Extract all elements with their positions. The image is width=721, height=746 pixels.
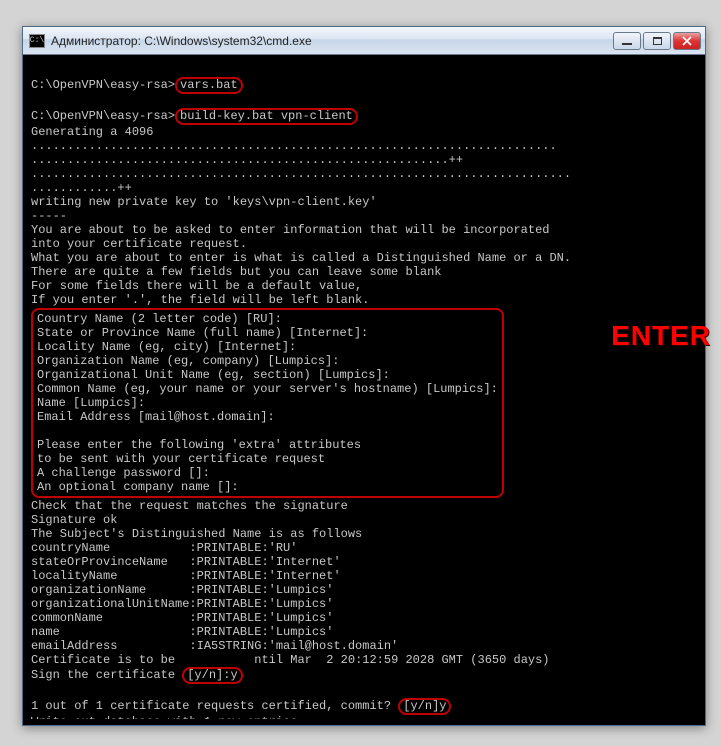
terminal-output[interactable]: C:\OpenVPN\easy-rsa>vars.bat C:\OpenVPN\… (29, 61, 699, 719)
output-line: ........................................… (31, 153, 463, 167)
titlebar[interactable]: C:\ Администратор: C:\Windows\system32\c… (23, 27, 705, 55)
output-line: emailAddress :IA5STRING:'mail@host.domai… (31, 639, 398, 653)
close-button[interactable] (673, 32, 701, 50)
output-line: You are about to be asked to enter infor… (31, 223, 549, 237)
output-line: 1 out of 1 certificate requests certifie… (31, 699, 451, 713)
maximize-button[interactable] (643, 32, 671, 50)
highlight-commit-yn: [y/n]y (398, 698, 451, 715)
window-title: Администратор: C:\Windows\system32\cmd.e… (51, 34, 613, 48)
output-line: stateOrProvinceName :PRINTABLE:'Internet… (31, 555, 341, 569)
output-line: Generating a 4096 (31, 125, 161, 139)
enter-annotation: ENTER (611, 320, 711, 352)
output-line: Signature ok (31, 513, 117, 527)
output-line: The Subject's Distinguished Name is as f… (31, 527, 362, 541)
output-line: into your certificate request. (31, 237, 247, 251)
output-line: organizationName :PRINTABLE:'Lumpics' (31, 583, 333, 597)
output-line: ........................................… (31, 167, 571, 181)
highlight-sign-yn: [y/n]:y (182, 667, 242, 684)
output-line: commonName :PRINTABLE:'Lumpics' (31, 611, 333, 625)
output-line: organizationalUnitName:PRINTABLE:'Lumpic… (31, 597, 333, 611)
output-line: For some fields there will be a default … (31, 279, 362, 293)
output-line: localityName :PRINTABLE:'Internet' (31, 569, 341, 583)
output-line: There are quite a few fields but you can… (31, 265, 441, 279)
cmd-window: C:\ Администратор: C:\Windows\system32\c… (22, 26, 706, 726)
output-line: Certificate is to be ntil Mar 2 20:12:59… (31, 653, 550, 667)
output-line: If you enter '.', the field will be left… (31, 293, 369, 307)
output-line: countryName :PRINTABLE:'RU' (31, 541, 297, 555)
output-line: writing new private key to 'keys\vpn-cli… (31, 195, 377, 209)
prompt: C:\OpenVPN\easy-rsa>build-key.bat vpn-cl… (31, 109, 358, 123)
output-line: Sign the certificate [y/n]:y (31, 668, 243, 682)
output-line: What you are about to enter is what is c… (31, 251, 571, 265)
minimize-button[interactable] (613, 32, 641, 50)
output-line: ----- (31, 209, 67, 223)
highlight-dn-fields: Country Name (2 letter code) [RU]: State… (31, 308, 504, 498)
prompt: C:\OpenVPN\easy-rsa>vars.bat (31, 78, 243, 92)
highlight-vars: vars.bat (175, 77, 243, 94)
cmd-icon: C:\ (29, 34, 45, 48)
output-line: name :PRINTABLE:'Lumpics' (31, 625, 333, 639)
output-line: ............++ (31, 181, 132, 195)
output-line: Write out database with 1 new entries (31, 715, 297, 719)
highlight-build-key: build-key.bat vpn-client (175, 108, 358, 125)
close-icon (682, 36, 692, 46)
output-line: Check that the request matches the signa… (31, 499, 348, 513)
output-line: ........................................… (31, 139, 557, 153)
window-controls (613, 32, 701, 50)
